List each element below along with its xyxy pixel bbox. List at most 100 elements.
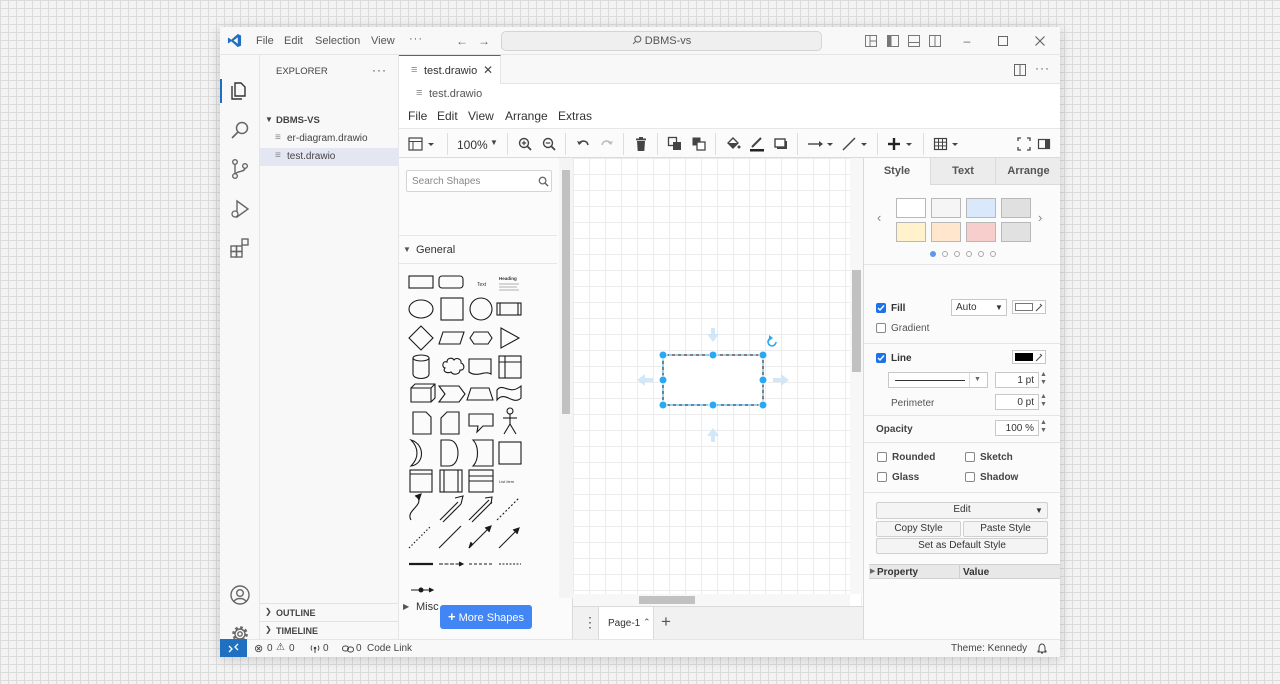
menu-more[interactable]: ··· [409,33,423,45]
theme-indicator[interactable]: Theme: Kennedy [951,643,1027,654]
split-editor-icon[interactable] [1014,64,1026,76]
code-link-indicator[interactable]: 0 Code Link [342,640,422,657]
explorer-files-icon[interactable] [228,79,252,103]
page-tab[interactable]: Page-1 ⌃ [598,607,654,640]
zoom-dropdown-icon[interactable]: ▼ [490,138,498,147]
general-shapes-grid[interactable]: Text Heading List Item [399,268,557,598]
line-checkbox[interactable] [876,353,886,363]
minimize-icon[interactable]: – [960,34,974,48]
opacity-input[interactable]: 100 % [995,420,1039,436]
chevron-right-icon[interactable]: ▶ [870,567,875,575]
edit-style-button[interactable]: Edit ▼ [876,502,1048,519]
to-back-icon[interactable] [691,136,707,152]
undo-icon[interactable] [575,136,591,152]
style-swatch[interactable] [931,222,961,242]
diagram-canvas[interactable] [573,158,863,606]
table-icon[interactable] [933,136,961,152]
close-icon[interactable] [1035,36,1045,46]
line-width-stepper-icon[interactable]: ▲ ▼ [1040,371,1047,387]
tab-style[interactable]: Style [864,158,930,185]
pages-menu-icon[interactable]: ⋮ [583,615,597,629]
rounded-checkbox[interactable] [877,452,887,462]
opacity-stepper-icon[interactable]: ▲ ▼ [1040,419,1047,435]
tab-arrange[interactable]: Arrange [995,158,1060,185]
shadow-icon[interactable] [773,136,789,152]
perimeter-input[interactable]: 0 pt [995,394,1039,410]
canvas-h-scrollbar-thumb[interactable] [639,596,695,604]
toggle-primary-sidebar-icon[interactable] [887,35,899,47]
shadow-checkbox[interactable] [965,472,975,482]
insert-plus-icon[interactable] [887,136,915,152]
style-swatch[interactable] [966,222,996,242]
chevron-up-icon[interactable]: ⌃ [643,617,651,628]
timeline-section[interactable]: ❯ TIMELINE [260,621,399,639]
outline-section[interactable]: ❯ OUTLINE [260,603,399,621]
connection-arrow-icon[interactable] [807,136,835,152]
more-shapes-button[interactable]: + More Shapes [440,605,532,629]
fullscreen-icon[interactable] [1017,136,1031,152]
to-front-icon[interactable] [667,136,683,152]
tab-test-drawio[interactable]: ≡ test.drawio ✕ [399,55,501,84]
folder-header[interactable]: ▼ DBMS-VS [260,112,399,130]
drawio-menu-extras[interactable]: Extras [558,109,592,123]
style-swatch[interactable] [1001,198,1031,218]
style-swatch[interactable] [896,198,926,218]
drawio-menu-arrange[interactable]: Arrange [505,109,548,123]
maximize-icon[interactable] [998,36,1008,46]
file-item-er-diagram[interactable]: ≡ er-diagram.drawio [260,130,399,148]
toggle-panel-icon[interactable] [908,35,920,47]
swatch-prev-icon[interactable]: ‹ [877,210,881,225]
gradient-checkbox[interactable] [876,323,886,333]
canvas-v-scrollbar-thumb[interactable] [852,270,861,372]
notifications-bell-icon[interactable] [1037,643,1047,654]
drawio-menu-edit[interactable]: Edit [437,109,458,123]
general-section-header[interactable]: ▼ General [399,241,557,259]
ports-indicator[interactable]: 0 [310,640,334,657]
canvas-h-scrollbar[interactable] [573,594,850,606]
shapes-scrollbar-track[interactable] [559,158,573,598]
format-panel-toggle-icon[interactable] [408,136,436,152]
toggle-secondary-sidebar-icon[interactable] [929,35,941,47]
style-swatch[interactable] [1001,222,1031,242]
extensions-icon[interactable] [228,236,252,260]
redo-icon[interactable] [599,136,615,152]
zoom-level[interactable]: 100% [457,138,488,152]
line-pattern-select[interactable]: ▼ [888,372,988,388]
forward-arrow-icon[interactable]: → [477,34,491,48]
fill-color-icon[interactable] [725,136,741,152]
fill-color-swatch[interactable] [1012,300,1046,314]
toggle-format-panel-icon[interactable] [1037,136,1051,152]
paste-style-button[interactable]: Paste Style [963,521,1048,537]
command-center[interactable]: DBMS-vs [501,31,822,51]
style-swatch[interactable] [931,198,961,218]
editor-more-button[interactable]: ··· [1035,61,1050,75]
waypoints-icon[interactable] [841,136,869,152]
remote-indicator[interactable] [220,639,247,657]
breadcrumb-file[interactable]: test.drawio [429,88,482,100]
search-view-icon[interactable] [228,118,252,142]
back-arrow-icon[interactable]: ← [455,34,469,48]
add-page-icon[interactable]: + [661,612,671,632]
menu-file[interactable]: File [256,35,274,47]
tab-text[interactable]: Text [930,158,995,185]
account-icon[interactable] [228,583,252,607]
customize-layout-icon[interactable] [865,35,877,47]
line-color-icon[interactable] [749,136,765,152]
glass-checkbox[interactable] [877,472,887,482]
menu-selection[interactable]: Selection [315,35,360,47]
problems-indicator[interactable]: ⊗ 0 ⚠ 0 [254,640,304,657]
perimeter-stepper-icon[interactable]: ▲ ▼ [1040,393,1047,409]
explorer-more-button[interactable]: ··· [372,63,387,77]
line-width-input[interactable]: 1 pt [995,372,1039,388]
set-default-style-button[interactable]: Set as Default Style [876,538,1048,554]
menu-view[interactable]: View [371,35,395,47]
run-debug-icon[interactable] [228,197,252,221]
swatch-next-icon[interactable]: › [1038,210,1042,225]
file-item-test[interactable]: ≡ test.drawio [260,148,399,166]
zoom-out-icon[interactable] [541,136,557,152]
fill-mode-select[interactable]: Auto ▼ [951,299,1007,316]
source-control-icon[interactable] [228,157,252,181]
style-swatch[interactable] [966,198,996,218]
tab-close-icon[interactable]: ✕ [483,63,493,77]
copy-style-button[interactable]: Copy Style [876,521,961,537]
